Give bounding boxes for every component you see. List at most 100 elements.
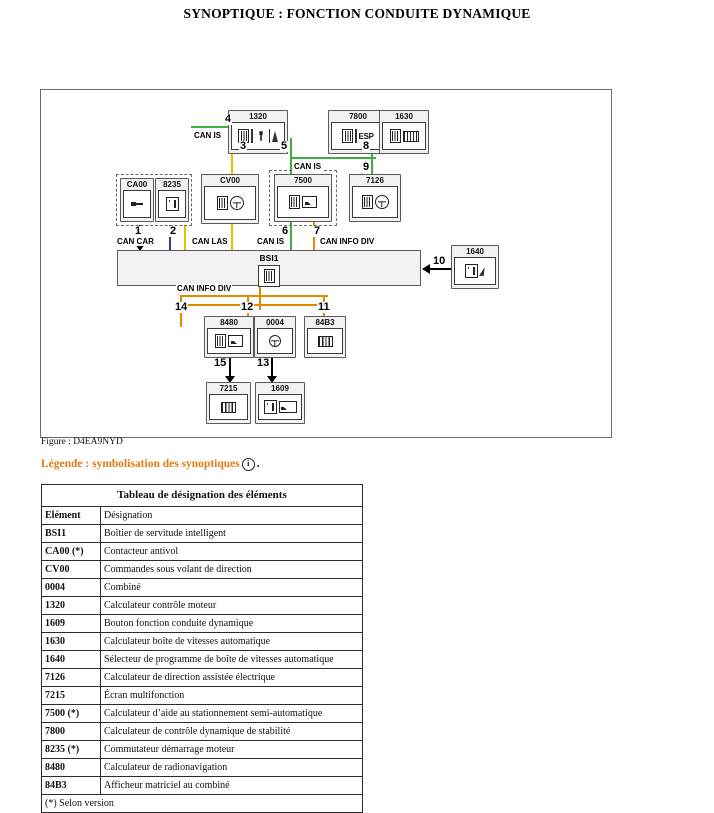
bus-label-can-info-div-bsi: CAN INFO DIV bbox=[319, 237, 376, 246]
element-code: 1640 bbox=[41, 650, 101, 669]
element-designation: Calculateur boîte de vitesses automatiqu… bbox=[100, 632, 363, 651]
info-icon[interactable]: i bbox=[241, 458, 255, 471]
node-84B3-ref: 84B3 bbox=[315, 318, 335, 327]
link-number-6: 6 bbox=[281, 225, 290, 237]
table-title-row: Tableau de désignation des éléments bbox=[41, 484, 363, 507]
link-number-12: 12 bbox=[240, 301, 255, 313]
element-designation: Calculateur de radionavigation bbox=[100, 758, 363, 777]
element-code: 0004 bbox=[41, 578, 101, 597]
element-designation: Boîtier de servitude intelligent bbox=[100, 524, 363, 543]
wire-can-las-cv00 bbox=[184, 225, 186, 250]
elements-table-body: Tableau de désignation des éléments Elém… bbox=[41, 484, 363, 813]
element-code: 1609 bbox=[41, 614, 101, 633]
link-number-13: 13 bbox=[256, 357, 271, 369]
link-number-10: 10 bbox=[432, 255, 447, 267]
node-7500[interactable]: 7500 bbox=[274, 174, 332, 222]
node-8235[interactable]: 8235 bbox=[155, 178, 189, 222]
node-CA00[interactable]: CA00 bbox=[120, 178, 154, 222]
element-code: CV00 bbox=[41, 560, 101, 579]
node-7126-ref: 7126 bbox=[366, 176, 384, 185]
node-1609-ref: 1609 bbox=[271, 384, 289, 393]
gearbox-icon bbox=[382, 122, 426, 150]
table-header-row: Elément Désignation bbox=[41, 506, 363, 525]
node-8235-ref: 8235 bbox=[163, 180, 181, 189]
node-7500-ref: 7500 bbox=[294, 176, 312, 185]
elements-table: Tableau de désignation des éléments Elém… bbox=[41, 484, 363, 813]
element-code: BSI1 bbox=[41, 524, 101, 543]
bus-label-can-is-top: CAN IS bbox=[193, 131, 223, 140]
element-designation: Bouton fonction conduite dynamique bbox=[100, 614, 363, 633]
link-number-4: 4 bbox=[224, 113, 233, 125]
table-row: CA00 (*) Contacteur antivol bbox=[41, 542, 363, 561]
wire-can-info-div-bar bbox=[180, 295, 328, 297]
link-number-9: 9 bbox=[362, 161, 371, 173]
element-code: 7800 bbox=[41, 722, 101, 741]
link-number-3: 3 bbox=[239, 140, 248, 152]
element-code: 7500 (*) bbox=[41, 704, 101, 723]
parking-aid-icon bbox=[277, 186, 329, 218]
table-footnote-row: (*) Selon version bbox=[41, 794, 363, 813]
link-number-1: 1 bbox=[134, 225, 143, 237]
element-designation: Afficheur matriciel au combiné bbox=[100, 776, 363, 795]
link-number-5: 5 bbox=[280, 140, 289, 152]
node-84B3[interactable]: 84B3 bbox=[304, 316, 346, 358]
table-row: 7500 (*) Calculateur d’aide au stationne… bbox=[41, 704, 363, 723]
node-0004-ref: 0004 bbox=[266, 318, 284, 327]
node-7126[interactable]: 7126 bbox=[349, 174, 401, 222]
element-code: CA00 (*) bbox=[41, 542, 101, 561]
table-row: 0004 Combiné bbox=[41, 578, 363, 597]
node-1630-ref: 1630 bbox=[395, 112, 413, 121]
link-number-7: 7 bbox=[313, 225, 322, 237]
link-number-8: 8 bbox=[362, 140, 371, 152]
element-code: 1320 bbox=[41, 596, 101, 615]
esp-icon: ESP bbox=[331, 122, 385, 150]
steering-controls-icon bbox=[204, 186, 256, 220]
element-designation: Calculateur contrôle moteur bbox=[100, 596, 363, 615]
diagram-frame: 1320 7800 ESP 1630 CA00 8235 CV00 7500 7… bbox=[40, 89, 612, 438]
radionav-icon bbox=[207, 328, 251, 354]
element-designation: Combiné bbox=[100, 578, 363, 597]
legend-label: Légende : symbolisation des synoptiques bbox=[41, 458, 240, 470]
element-designation: Écran multifonction bbox=[100, 686, 363, 705]
node-CA00-ref: CA00 bbox=[126, 180, 148, 189]
node-0004[interactable]: 0004 bbox=[254, 316, 296, 358]
arrow-link-10 bbox=[422, 264, 430, 274]
element-code: 8480 bbox=[41, 758, 101, 777]
node-1609[interactable]: 1609 bbox=[255, 382, 305, 424]
column-header-element: Elément bbox=[41, 506, 101, 525]
table-row: 1609 Bouton fonction conduite dynamique bbox=[41, 614, 363, 633]
diagram-canvas: 1320 7800 ESP 1630 CA00 8235 CV00 7500 7… bbox=[41, 90, 611, 437]
cluster-icon bbox=[257, 328, 293, 354]
page-title: SYNOPTIQUE : FONCTION CONDUITE DYNAMIQUE bbox=[183, 6, 531, 21]
table-title: Tableau de désignation des éléments bbox=[41, 484, 363, 507]
multifunction-screen-icon bbox=[209, 394, 248, 420]
gear-selector-icon bbox=[454, 257, 496, 285]
node-BSI1-ref: BSI1 bbox=[259, 253, 279, 263]
legend-suffix: . bbox=[256, 458, 260, 470]
bsi-connector-icon bbox=[258, 265, 280, 287]
node-CV00[interactable]: CV00 bbox=[201, 174, 259, 224]
bus-label-can-info-div-bottom: CAN INFO DIV bbox=[176, 284, 233, 293]
table-row: 7215 Écran multifonction bbox=[41, 686, 363, 705]
link-number-15: 15 bbox=[213, 357, 228, 369]
table-row: 8235 (*) Commutateur démarrage moteur bbox=[41, 740, 363, 759]
figure-caption: Figure : D4EA9NYD bbox=[41, 437, 123, 447]
node-BSI1[interactable]: BSI1 bbox=[117, 250, 421, 287]
element-designation: Commutateur démarrage moteur bbox=[100, 740, 363, 759]
table-row: 7800 Calculateur de contrôle dynamique d… bbox=[41, 722, 363, 741]
node-1630[interactable]: 1630 bbox=[379, 110, 429, 154]
table-footnote: (*) Selon version bbox=[41, 794, 363, 813]
link-number-2: 2 bbox=[169, 225, 178, 237]
node-7800-ref: 7800 bbox=[349, 112, 367, 121]
starter-switch-icon bbox=[158, 190, 186, 218]
node-1640[interactable]: 1640 bbox=[451, 245, 499, 289]
node-7215[interactable]: 7215 bbox=[206, 382, 251, 424]
matrix-display-icon bbox=[307, 328, 343, 354]
node-1320[interactable]: 1320 bbox=[228, 110, 288, 154]
bus-label-can-is-bsi: CAN IS bbox=[256, 237, 286, 246]
node-1640-ref: 1640 bbox=[466, 247, 484, 256]
legend-line[interactable]: Légende : symbolisation des synoptiques i… bbox=[41, 458, 260, 471]
table-row: 1320 Calculateur contrôle moteur bbox=[41, 596, 363, 615]
node-8480[interactable]: 8480 bbox=[204, 316, 254, 358]
antitheft-switch-icon bbox=[123, 190, 151, 218]
